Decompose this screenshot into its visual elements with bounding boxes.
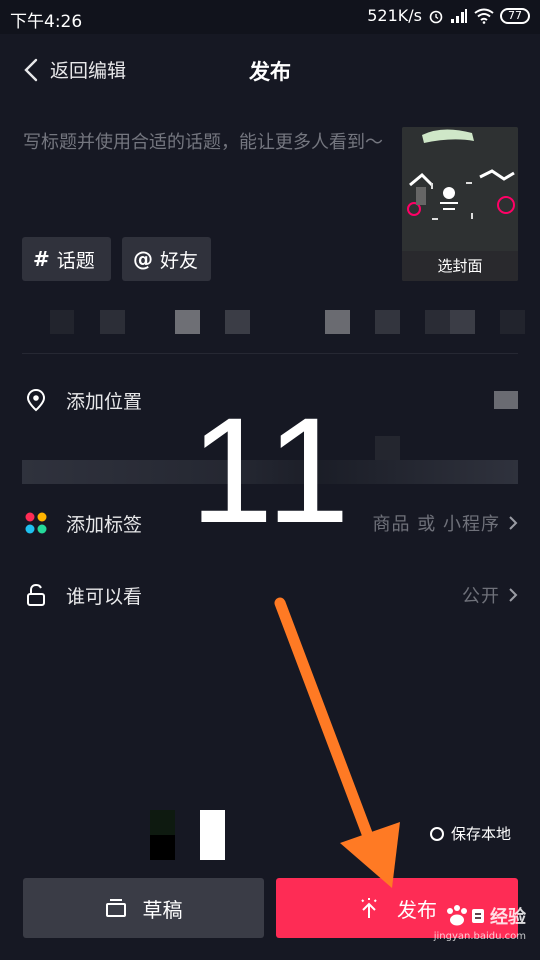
- watermark-brand-row: 经验: [442, 903, 526, 929]
- draft-button[interactable]: 草稿: [23, 878, 264, 938]
- chevron-right-icon: [509, 588, 518, 602]
- watermark: 经验 jingyan.baidu.com: [434, 903, 526, 942]
- redacted-block: [200, 810, 225, 860]
- tag-type-value: 商品 或 小程序: [372, 514, 500, 535]
- lock-icon: [22, 581, 50, 609]
- redacted-block: [500, 310, 525, 334]
- status-bar: 下午4:26 521K/s 77: [0, 0, 540, 34]
- visibility-row[interactable]: 谁可以看 公开: [22, 575, 518, 615]
- visibility-label: 谁可以看: [66, 585, 143, 608]
- hash-icon: #: [33, 247, 50, 271]
- header: 返回编辑 发布: [0, 34, 540, 106]
- signal-icon: [451, 8, 467, 23]
- upload-icon: [361, 898, 377, 918]
- radio-icon: [430, 826, 444, 841]
- redacted-block: [494, 391, 518, 409]
- watermark-brand: 经验: [490, 907, 526, 928]
- save-local-toggle[interactable]: 保存本地: [430, 823, 511, 844]
- redacted-block: [375, 436, 400, 460]
- network-speed: 521K/s: [367, 6, 422, 25]
- caption-input[interactable]: 写标题并使用合适的话题，能让更多人看到～: [23, 130, 383, 155]
- wifi-icon: [474, 8, 494, 24]
- at-icon: @: [133, 247, 153, 271]
- topic-chip-label: 话题: [56, 249, 95, 272]
- watermark-url: jingyan.baidu.com: [433, 931, 526, 942]
- redacted-block: [375, 310, 400, 334]
- redacted-block: [325, 310, 350, 334]
- page-title: 发布: [249, 60, 291, 84]
- topic-chip[interactable]: # 话题: [22, 237, 111, 281]
- mention-chip-label: 好友: [160, 249, 199, 272]
- battery-level: 77: [508, 9, 522, 22]
- draft-box-icon: [105, 899, 126, 917]
- status-indicators: 521K/s 77: [367, 6, 530, 25]
- alarm-icon: [429, 10, 443, 23]
- location-pin-icon: [22, 386, 50, 414]
- status-time: 下午4:26: [10, 12, 83, 32]
- paw-logo-icon: [447, 905, 484, 926]
- save-local-label: 保存本地: [451, 825, 512, 843]
- cover-picker[interactable]: 选封面: [402, 127, 518, 281]
- cover-label: 选封面: [402, 251, 518, 281]
- tag-dots-icon: [22, 509, 50, 537]
- add-tag-row[interactable]: 添加标签 商品 或 小程序: [22, 503, 518, 543]
- visibility-value: 公开: [462, 586, 500, 607]
- chevron-right-icon: [509, 516, 518, 530]
- mention-chip[interactable]: @ 好友: [122, 237, 211, 281]
- redacted-block: [425, 310, 450, 334]
- redacted-block: [50, 310, 74, 334]
- redacted-block: [150, 810, 175, 835]
- publish-label: 发布: [397, 897, 437, 922]
- add-tag-label: 添加标签: [66, 513, 143, 536]
- battery-icon: 77: [500, 7, 530, 24]
- draft-label: 草稿: [142, 897, 183, 922]
- redacted-block: [175, 310, 200, 334]
- redacted-block: [225, 310, 250, 334]
- redacted-block: [450, 310, 475, 334]
- redacted-block: [150, 835, 175, 860]
- divider: [22, 353, 518, 354]
- redacted-block: [100, 310, 125, 334]
